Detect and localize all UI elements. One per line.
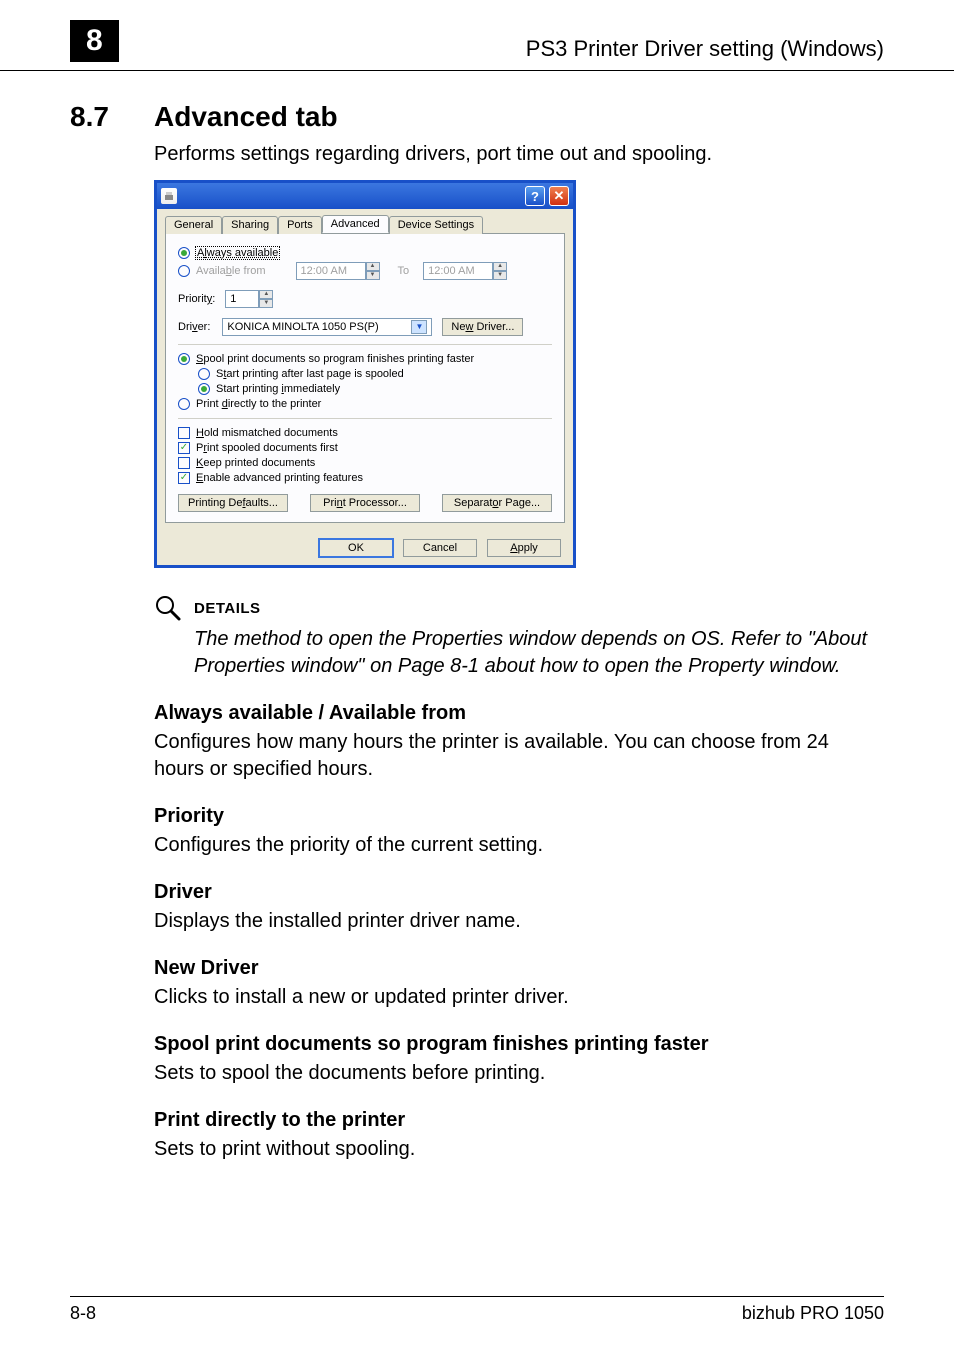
radio-print-direct[interactable]	[178, 398, 190, 410]
chevron-down-icon[interactable]: ▼	[411, 320, 427, 334]
separator-page-button[interactable]: Separator Page...	[442, 494, 552, 512]
label-priority: Priority:	[178, 293, 215, 305]
page-footer: 8-8 bizhub PRO 1050	[70, 1296, 884, 1324]
page-header: 8 PS3 Printer Driver setting (Windows)	[0, 0, 954, 71]
print-processor-button[interactable]: Print Processor...	[310, 494, 420, 512]
label-to: To	[398, 265, 410, 277]
check-hold-mismatched[interactable]	[178, 427, 190, 439]
text-always-available: Configures how many hours the printer is…	[154, 729, 884, 783]
label-start-immediately: Start printing immediately	[216, 383, 340, 395]
subhead-new-driver: New Driver	[154, 957, 884, 980]
section-intro: Performs settings regarding drivers, por…	[154, 143, 884, 166]
magnifier-icon	[154, 594, 182, 622]
text-driver: Displays the installed printer driver na…	[154, 908, 884, 935]
advanced-panel: Always available Available from 12:00 AM…	[165, 233, 565, 523]
help-icon[interactable]: ?	[525, 186, 545, 206]
label-driver: Driver:	[178, 321, 210, 333]
tab-ports[interactable]: Ports	[278, 216, 322, 234]
radio-start-after-last[interactable]	[198, 368, 210, 380]
tab-row: General Sharing Ports Advanced Device Se…	[157, 209, 573, 233]
cancel-button[interactable]: Cancel	[403, 539, 477, 557]
label-spool: Spool print documents so program finishe…	[196, 353, 474, 365]
priority-spinner[interactable]: ▲▼	[259, 290, 273, 308]
time-from[interactable]: 12:00 AM	[296, 262, 366, 280]
driver-name: KONICA MINOLTA 1050 PS(P)	[227, 321, 378, 333]
label-spooled-first: Print spooled documents first	[196, 442, 338, 454]
details-label: DETAILS	[194, 600, 261, 617]
label-print-direct: Print directly to the printer	[196, 398, 321, 410]
tab-general[interactable]: General	[165, 216, 222, 234]
check-spooled-first[interactable]	[178, 442, 190, 454]
driver-select[interactable]: KONICA MINOLTA 1050 PS(P) ▼	[222, 318, 432, 336]
radio-available-from[interactable]	[178, 265, 190, 277]
new-driver-button[interactable]: New Driver...	[442, 318, 523, 336]
printing-defaults-button[interactable]: Printing Defaults...	[178, 494, 288, 512]
header-title: PS3 Printer Driver setting (Windows)	[526, 36, 884, 62]
text-spool: Sets to spool the documents before print…	[154, 1060, 884, 1087]
subhead-driver: Driver	[154, 881, 884, 904]
text-priority: Configures the priority of the current s…	[154, 832, 884, 859]
label-start-after-last: Start printing after last page is spoole…	[216, 368, 404, 380]
section-heading: 8.7 Advanced tab	[70, 101, 884, 133]
section-title: Advanced tab	[154, 101, 338, 133]
label-hold-mismatched: Hold mismatched documents	[196, 427, 338, 439]
text-new-driver: Clicks to install a new or updated print…	[154, 984, 884, 1011]
priority-field[interactable]: 1	[225, 290, 259, 308]
apply-button[interactable]: Apply	[487, 539, 561, 557]
printer-icon	[161, 188, 177, 204]
chapter-number: 8	[70, 20, 119, 62]
section-number: 8.7	[70, 101, 154, 133]
radio-spool[interactable]	[178, 353, 190, 365]
time-to-spinner[interactable]: ▲▼	[493, 262, 507, 280]
product-name: bizhub PRO 1050	[742, 1303, 884, 1324]
label-enable-advanced: Enable advanced printing features	[196, 472, 363, 484]
time-from-spinner[interactable]: ▲▼	[366, 262, 380, 280]
subhead-always-available: Always available / Available from	[154, 702, 884, 725]
check-keep-printed[interactable]	[178, 457, 190, 469]
tab-advanced[interactable]: Advanced	[322, 215, 389, 233]
dialog-buttons: OK Cancel Apply	[157, 531, 573, 565]
label-available-from: Available from	[196, 265, 266, 277]
check-enable-advanced[interactable]	[178, 472, 190, 484]
time-to[interactable]: 12:00 AM	[423, 262, 493, 280]
titlebar: ? ✕	[157, 183, 573, 209]
label-always-available: Always available	[196, 247, 279, 259]
details-text: The method to open the Properties window…	[194, 626, 884, 680]
tab-device-settings[interactable]: Device Settings	[389, 216, 483, 234]
radio-always-available[interactable]	[178, 247, 190, 259]
ok-button[interactable]: OK	[319, 539, 393, 557]
subhead-priority: Priority	[154, 805, 884, 828]
subhead-print-direct: Print directly to the printer	[154, 1109, 884, 1132]
radio-start-immediately[interactable]	[198, 383, 210, 395]
subhead-spool: Spool print documents so program finishe…	[154, 1033, 884, 1056]
label-keep-printed: Keep printed documents	[196, 457, 315, 469]
text-print-direct: Sets to print without spooling.	[154, 1136, 884, 1163]
dialog-screenshot: ? ✕ General Sharing Ports Advanced Devic…	[154, 180, 576, 568]
tab-sharing[interactable]: Sharing	[222, 216, 278, 234]
close-icon[interactable]: ✕	[549, 186, 569, 206]
page-number: 8-8	[70, 1303, 96, 1324]
